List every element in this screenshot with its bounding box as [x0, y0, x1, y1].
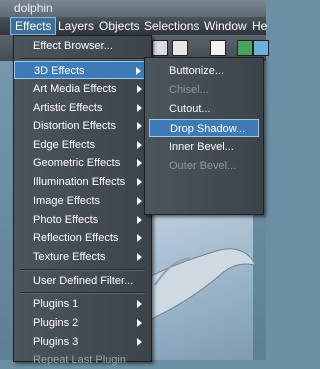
window-title: dolphin [14, 1, 53, 15]
picture-icon[interactable] [237, 40, 253, 56]
image-icon[interactable] [172, 40, 188, 56]
menu-item-image-effects[interactable]: Image Effects [14, 192, 151, 210]
menu-window[interactable]: Window [200, 18, 251, 34]
menu-selections[interactable]: Selections [140, 18, 203, 34]
menu-item-illumination-effects[interactable]: Illumination Effects [14, 173, 151, 191]
page-icon[interactable] [210, 40, 226, 56]
submenu-item-cutout[interactable]: Cutout... [149, 100, 259, 118]
submenu-arrow-icon [137, 253, 142, 261]
menu-item-geometric-effects[interactable]: Geometric Effects [14, 154, 151, 172]
3d-effects-submenu: Buttonize... Chisel... Cutout... Drop Sh… [144, 57, 264, 215]
menu-bar: Effects Layers Objects Selections Window… [0, 17, 267, 36]
menu-item-plugins-1[interactable]: Plugins 1 [14, 295, 151, 313]
submenu-arrow-icon [137, 141, 142, 149]
submenu-arrow-icon [137, 216, 142, 224]
submenu-item-outer-bevel[interactable]: Outer Bevel... [149, 157, 259, 175]
grid-icon[interactable] [152, 40, 168, 56]
menu-help[interactable]: He [248, 18, 271, 34]
submenu-arrow-icon [137, 197, 142, 205]
submenu-arrow-icon [137, 234, 142, 242]
submenu-arrow-icon [137, 104, 142, 112]
submenu-arrow-icon [137, 159, 142, 167]
submenu-arrow-icon [137, 178, 142, 186]
submenu-item-chisel[interactable]: Chisel... [149, 81, 259, 99]
menu-item-plugins-3[interactable]: Plugins 3 [14, 333, 151, 351]
menu-item-texture-effects[interactable]: Texture Effects [14, 248, 151, 266]
menu-separator [20, 292, 145, 294]
repeat-last-plugin-item[interactable]: Repeat Last Plugin [14, 351, 151, 369]
submenu-arrow-icon [137, 85, 142, 93]
menu-separator [20, 58, 145, 60]
submenu-arrow-icon [137, 300, 142, 308]
effects-menu: Effect Browser... 3D Effects Art Media E… [13, 35, 152, 366]
menu-item-distortion-effects[interactable]: Distortion Effects [14, 117, 151, 135]
menu-item-3d-effects[interactable]: 3D Effects [14, 61, 151, 79]
submenu-arrow-icon [137, 338, 142, 346]
submenu-item-buttonize[interactable]: Buttonize... [149, 62, 259, 80]
submenu-item-drop-shadow[interactable]: Drop Shadow... [149, 119, 259, 137]
menu-objects[interactable]: Objects [95, 18, 144, 34]
menu-item-artistic-effects[interactable]: Artistic Effects [14, 99, 151, 117]
menu-item-art-media-effects[interactable]: Art Media Effects [14, 80, 151, 98]
menu-separator [20, 269, 145, 271]
menu-layers[interactable]: Layers [54, 18, 98, 34]
menu-item-plugins-2[interactable]: Plugins 2 [14, 314, 151, 332]
menu-item-photo-effects[interactable]: Photo Effects [14, 211, 151, 229]
title-bar: dolphin [0, 0, 266, 17]
submenu-item-inner-bevel[interactable]: Inner Bevel... [149, 138, 259, 156]
user-defined-filter-item[interactable]: User Defined Filter... [14, 272, 151, 290]
menu-item-reflection-effects[interactable]: Reflection Effects [14, 229, 151, 247]
effect-browser-item[interactable]: Effect Browser... [14, 37, 151, 55]
submenu-arrow-icon [137, 122, 142, 130]
submenu-arrow-icon [137, 319, 142, 327]
menu-effects[interactable]: Effects [10, 17, 57, 35]
submenu-arrow-icon [136, 67, 141, 75]
menu-item-edge-effects[interactable]: Edge Effects [14, 136, 151, 154]
image-2-icon[interactable] [253, 40, 269, 56]
